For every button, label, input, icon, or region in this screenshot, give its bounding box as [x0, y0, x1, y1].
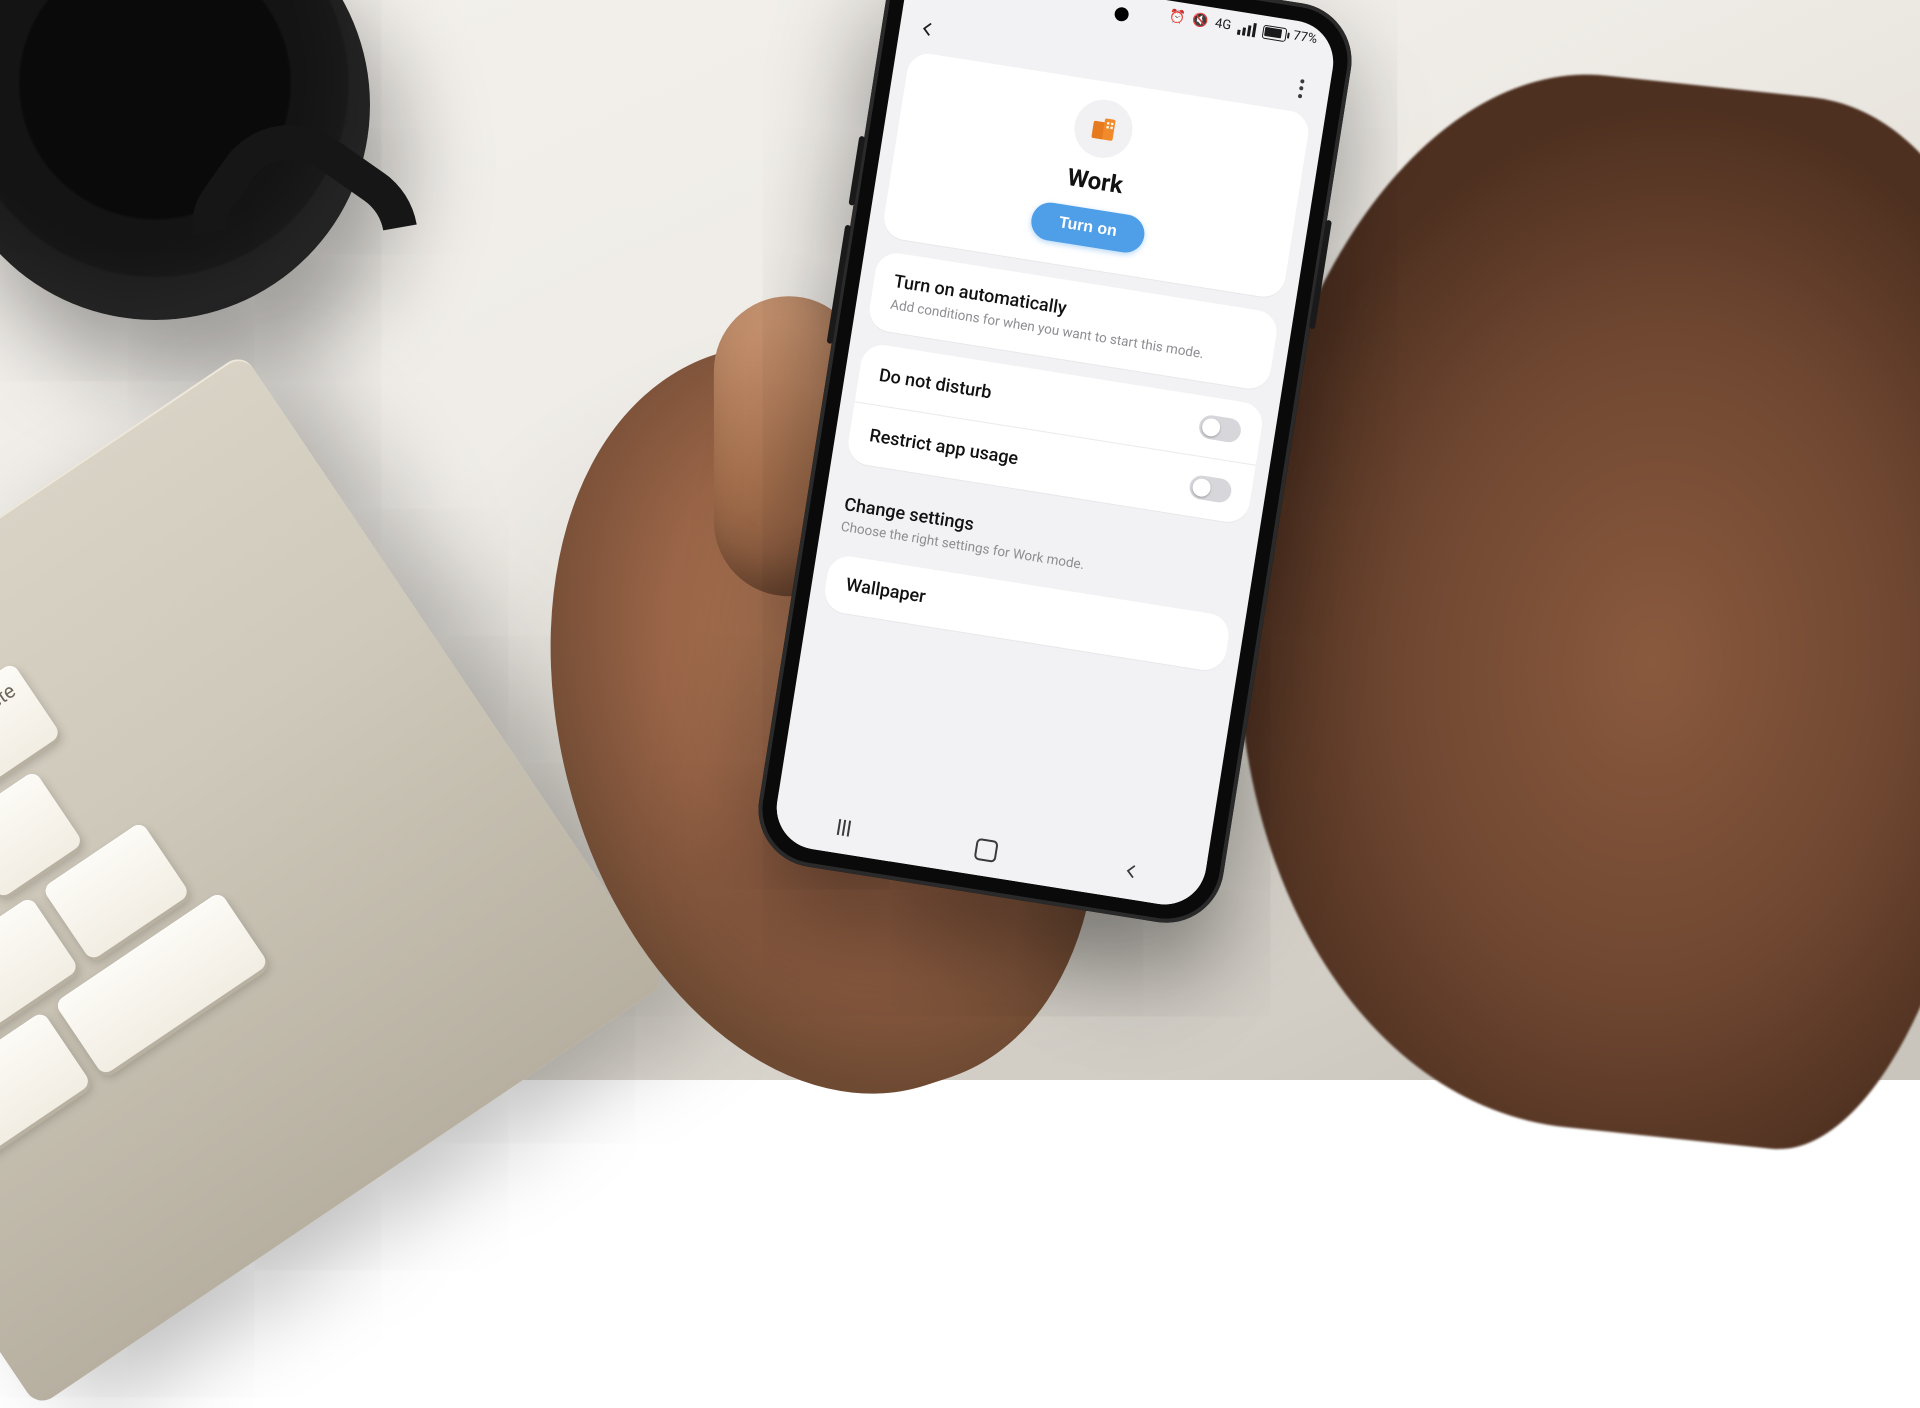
nav-home-button[interactable] — [974, 838, 999, 863]
overflow-menu-button[interactable] — [1285, 72, 1317, 104]
network-label: 4G — [1214, 16, 1232, 33]
work-mode-icon — [1070, 96, 1136, 162]
alarm-icon: ⏰ — [1168, 10, 1186, 25]
restrict-label: Restrict app usage — [868, 425, 1020, 469]
dnd-label: Do not disturb — [878, 365, 994, 404]
notification-icon: ▲ — [1004, 0, 1021, 2]
signal-icon — [1237, 20, 1257, 37]
wallpaper-title: Wallpaper — [844, 574, 927, 607]
battery-percentage: 77% — [1292, 28, 1318, 47]
battery-icon — [1262, 24, 1288, 42]
dnd-toggle[interactable] — [1197, 414, 1242, 444]
restrict-toggle[interactable] — [1188, 474, 1233, 504]
coffee-mug — [0, 0, 370, 320]
mute-icon: 🔇 — [1191, 13, 1209, 28]
turn-on-button[interactable]: Turn on — [1028, 200, 1147, 255]
back-button[interactable] — [912, 13, 944, 45]
scroll-content[interactable]: Work Turn on Turn on automatically Add c… — [779, 48, 1325, 859]
nav-back-button[interactable] — [1121, 861, 1142, 886]
nav-recents-button[interactable] — [836, 819, 850, 837]
